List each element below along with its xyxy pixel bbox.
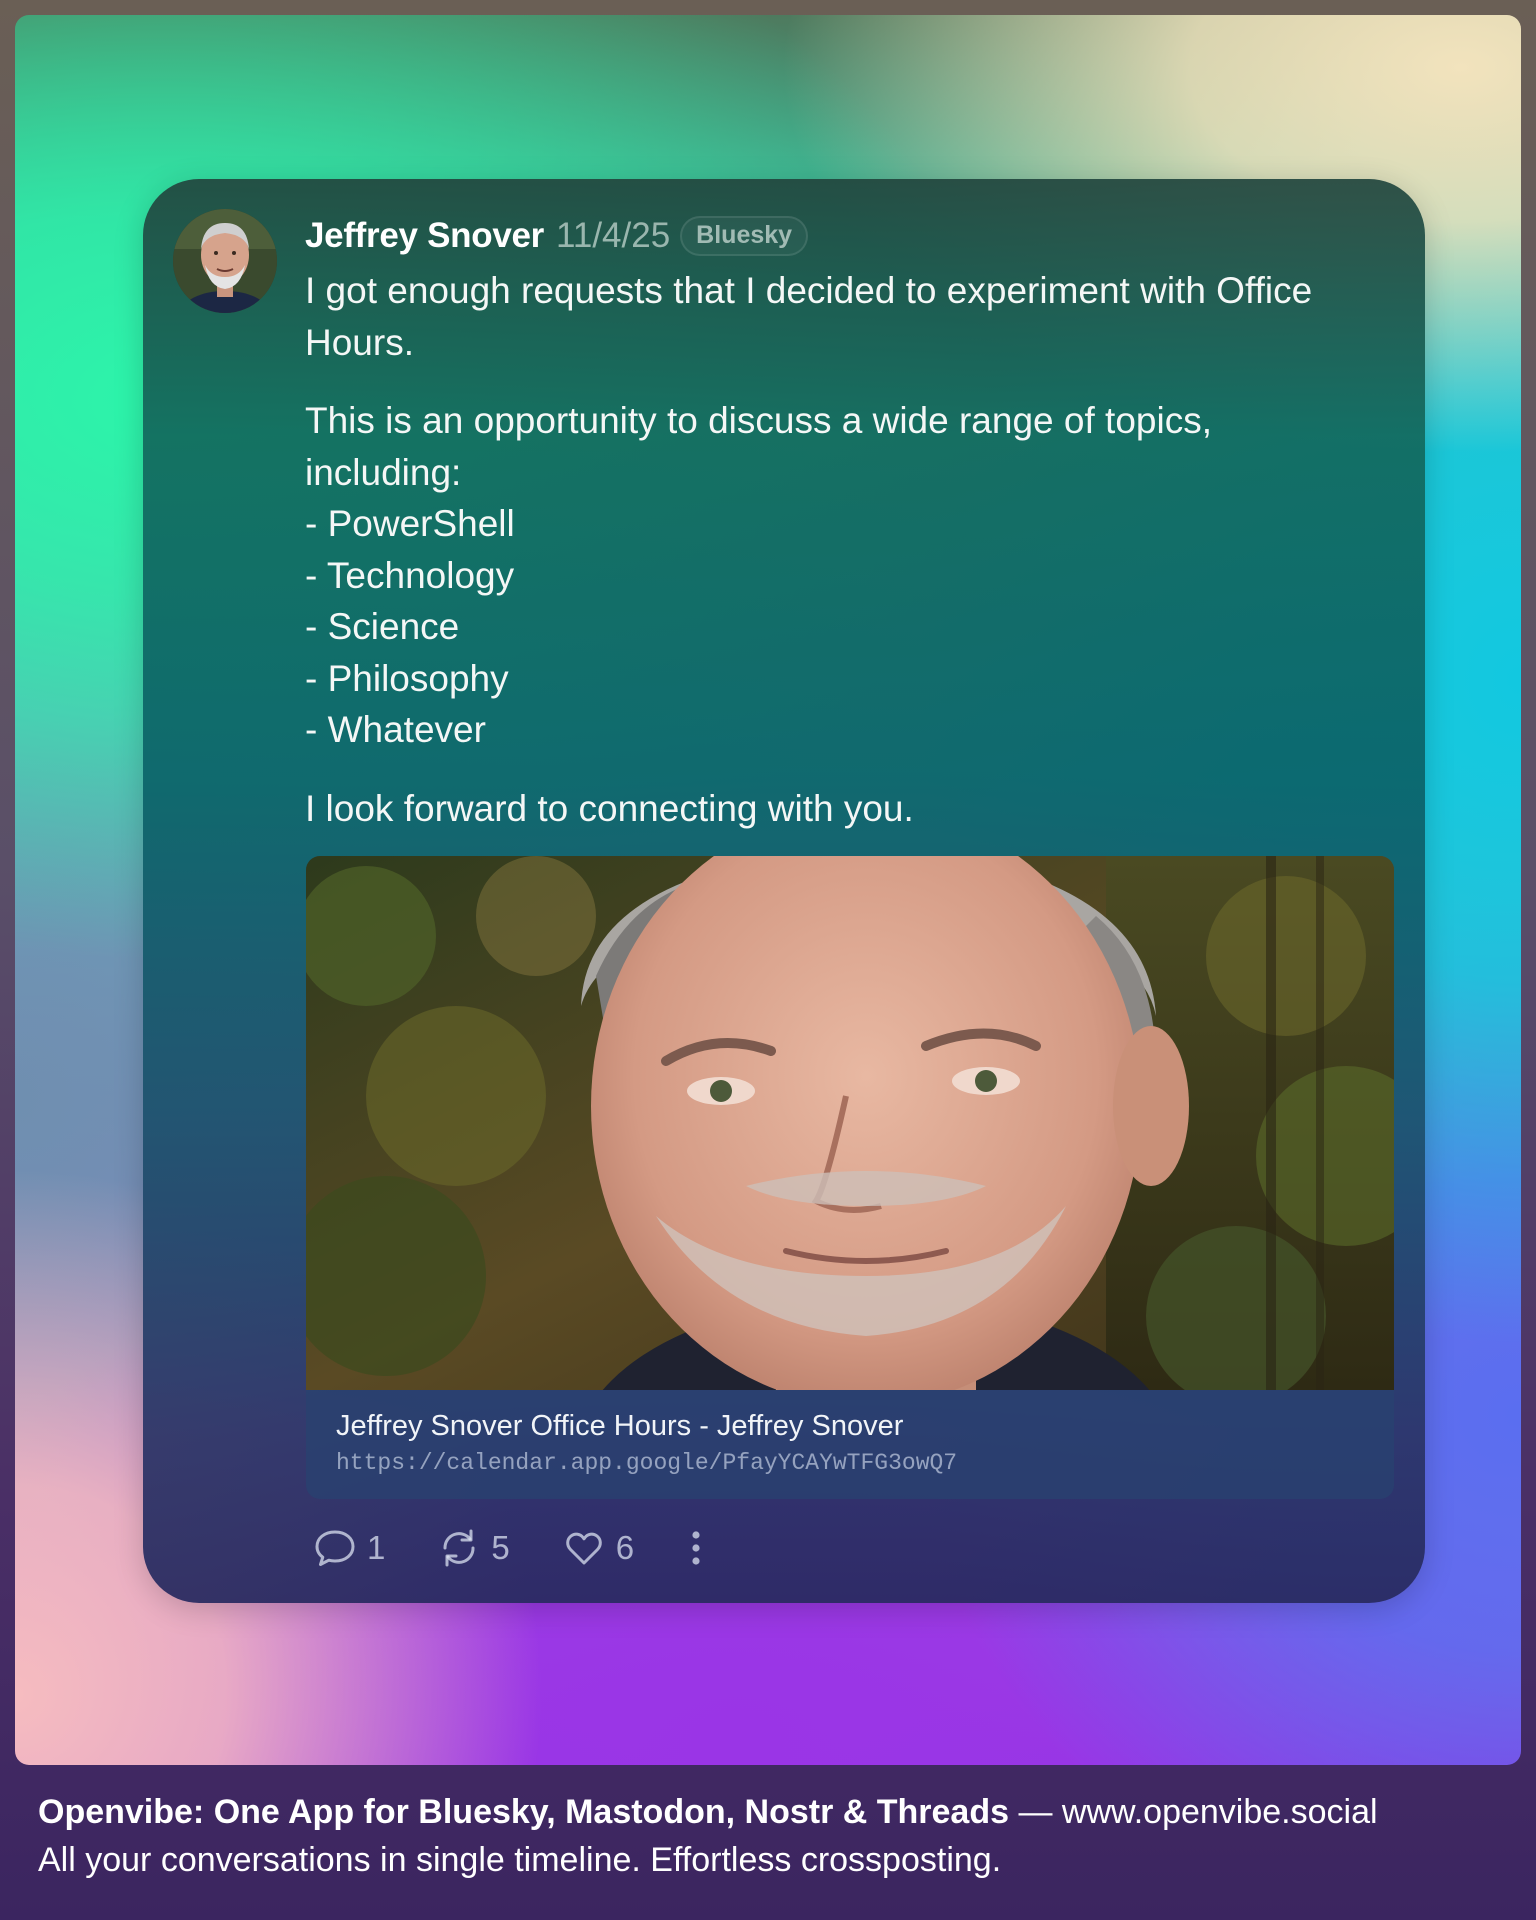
author-name[interactable]: Jeffrey Snover bbox=[305, 216, 544, 256]
promo-footer: Openvibe: One App for Bluesky, Mastodon,… bbox=[38, 1788, 1518, 1884]
topic-list-item: - Technology bbox=[305, 554, 515, 596]
post-text: I got enough requests that I decided to … bbox=[305, 265, 1385, 861]
post-text-line: including: bbox=[305, 451, 462, 493]
topic-list-item: - Science bbox=[305, 606, 460, 647]
post-paragraph-2: This is an opportunity to discuss a wide… bbox=[305, 395, 1385, 756]
topic-list-item: - Whatever bbox=[305, 709, 486, 750]
post-paragraph-3: I look forward to connecting with you. bbox=[305, 787, 914, 829]
repost-button[interactable]: 5 bbox=[437, 1526, 510, 1570]
like-count: 6 bbox=[615, 1529, 635, 1566]
link-preview-card[interactable]: Jeffrey Snover Office Hours - Jeffrey Sn… bbox=[306, 856, 1394, 1499]
promo-headline-line: Openvibe: One App for Bluesky, Mastodon,… bbox=[38, 1788, 1518, 1836]
repost-count: 5 bbox=[491, 1529, 510, 1566]
reply-button[interactable]: 1 bbox=[313, 1526, 385, 1570]
more-options-button[interactable] bbox=[686, 1526, 716, 1570]
post-paragraph-1: I got enough requests that I decided to … bbox=[305, 270, 1313, 363]
link-preview-url[interactable]: https://calendar.app.google/PfayYCAYwTFG… bbox=[336, 1450, 957, 1476]
post-actions-bar: 1 5 6 bbox=[313, 1525, 768, 1571]
link-preview-title[interactable]: Jeffrey Snover Office Hours - Jeffrey Sn… bbox=[336, 1410, 903, 1443]
gradient-background: Jeffrey Snover 11/4/25 Bluesky I got eno… bbox=[15, 15, 1521, 1765]
post-card[interactable]: Jeffrey Snover 11/4/25 Bluesky I got eno… bbox=[143, 179, 1425, 1603]
post-header: Jeffrey Snover 11/4/25 Bluesky bbox=[305, 209, 809, 263]
promo-site[interactable]: www.openvibe.social bbox=[1062, 1793, 1378, 1831]
promo-tagline: All your conversations in single timelin… bbox=[38, 1841, 1002, 1879]
network-badge: Bluesky bbox=[680, 216, 809, 256]
like-button[interactable]: 6 bbox=[562, 1526, 634, 1570]
promo-separator: — bbox=[1009, 1793, 1062, 1831]
promo-headline: Openvibe: One App for Bluesky, Mastodon,… bbox=[38, 1793, 1010, 1831]
topic-list-item: - Philosophy bbox=[305, 657, 509, 699]
reply-count: 1 bbox=[367, 1529, 386, 1566]
topic-list-item: - PowerShell bbox=[305, 503, 515, 544]
post-text-line: This is an opportunity to discuss a wide… bbox=[305, 400, 1212, 441]
speech-bubble-icon bbox=[315, 1530, 355, 1566]
link-preview-image bbox=[306, 856, 1394, 1390]
vertical-ellipsis-icon bbox=[692, 1531, 700, 1565]
post-date[interactable]: 11/4/25 bbox=[556, 216, 670, 256]
author-avatar[interactable] bbox=[173, 209, 277, 313]
repost-arrows-icon bbox=[443, 1529, 475, 1567]
heart-icon bbox=[565, 1532, 602, 1565]
